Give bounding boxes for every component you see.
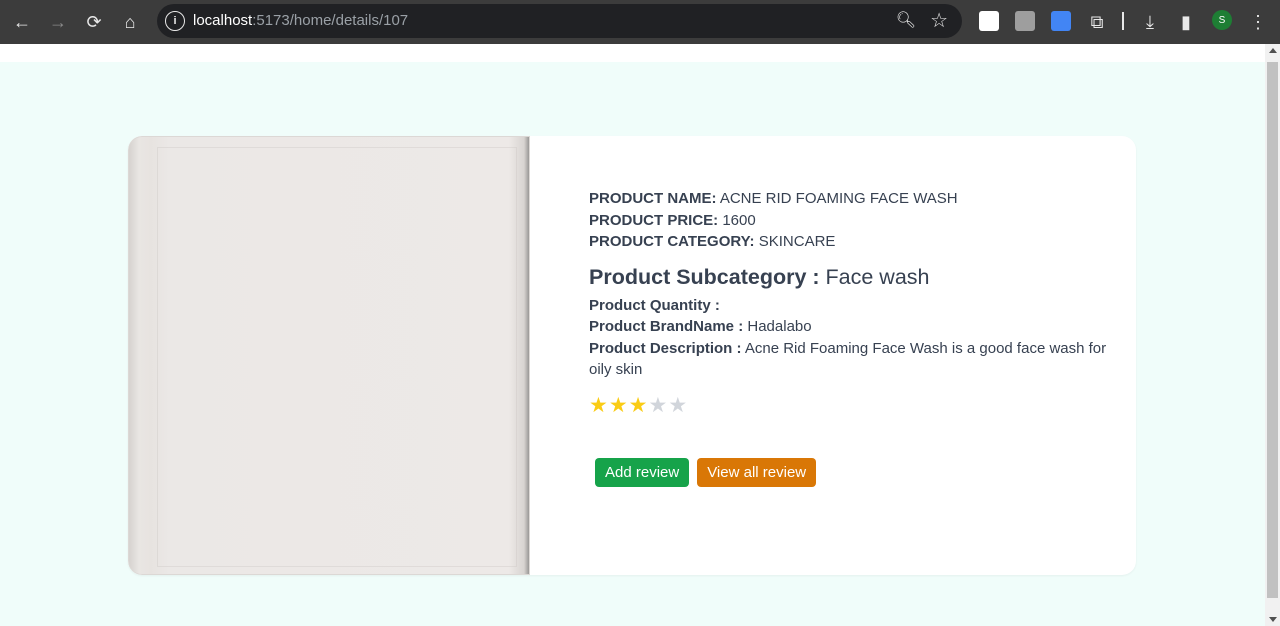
product-extra-details: Product Quantity : Product BrandName : H… (589, 295, 1109, 381)
extension-icon[interactable]: ⧉ (1083, 8, 1111, 36)
bookmark-star-icon[interactable]: ☆ (930, 8, 948, 33)
site-info-icon[interactable]: i (165, 11, 185, 31)
product-name-line: PRODUCT NAME: ACNE RID FOAMING FACE WASH (589, 188, 1109, 210)
product-quantity-label: Product Quantity : (589, 296, 720, 314)
product-image-inner (157, 147, 517, 567)
browser-toolbar: ← → ⟳ ⌂ i localhost:5173/home/details/10… (0, 0, 1280, 44)
star-icon: ★ (589, 393, 608, 417)
rating-stars: ★ ★ ★ ★ ★ (589, 393, 1109, 417)
product-quantity-line: Product Quantity : (589, 295, 1109, 317)
star-icon: ★ (668, 393, 688, 417)
product-brand-value: Hadalabo (743, 318, 812, 335)
product-price-value: 1600 (718, 211, 756, 229)
scroll-up-arrow-icon[interactable] (1269, 48, 1277, 53)
profile-avatar[interactable]: S (1212, 10, 1232, 30)
product-subcategory-label: Product Subcategory : (589, 264, 820, 289)
forward-arrow-icon[interactable]: → (44, 8, 72, 36)
product-price-line: PRODUCT PRICE: 1600 (589, 210, 1109, 232)
product-subcategory-value: Face wash (819, 264, 930, 289)
product-description-line: Product Description : Acne Rid Foaming F… (589, 338, 1109, 381)
star-icon: ★ (648, 393, 668, 417)
back-arrow-icon[interactable]: ← (8, 8, 36, 36)
review-actions: Add review View all review (595, 458, 817, 487)
add-review-button[interactable]: Add review (595, 458, 690, 487)
url-text[interactable]: localhost:5173/home/details/107 (193, 12, 408, 29)
url-host: localhost (193, 12, 253, 29)
star-icon: ★ (608, 393, 628, 417)
product-subcategory-heading: Product Subcategory : Face wash (589, 262, 1109, 292)
product-category-label: PRODUCT CATEGORY: (589, 233, 755, 250)
view-all-review-button[interactable]: View all review (697, 458, 817, 487)
scroll-down-arrow-icon[interactable] (1269, 617, 1277, 622)
scrollbar-thumb[interactable] (1267, 62, 1278, 598)
product-image (128, 136, 530, 575)
home-icon[interactable]: ⌂ (116, 8, 144, 36)
star-icon: ★ (628, 393, 648, 417)
product-brand-line: Product BrandName : Hadalabo (589, 316, 1109, 338)
page-scrollbar[interactable] (1265, 44, 1280, 626)
toolbar-divider (1122, 12, 1124, 30)
translate-extension-icon[interactable] (1051, 11, 1071, 31)
product-category-value: SKINCARE (754, 233, 836, 250)
product-brand-label: Product BrandName : (589, 318, 744, 335)
address-bar[interactable]: i localhost:5173/home/details/107 🔍︎ ☆ (157, 4, 962, 38)
url-path: :5173/home/details/107 (252, 12, 409, 29)
product-category-line: PRODUCT CATEGORY: SKINCARE (589, 231, 1109, 253)
product-description-label: Product Description : (589, 339, 742, 357)
page: PRODUCT NAME: ACNE RID FOAMING FACE WASH… (0, 44, 1265, 626)
menu-icon[interactable]: ⋮ (1244, 8, 1272, 36)
reload-icon[interactable]: ⟳ (80, 8, 108, 36)
extension-b-icon[interactable] (1015, 11, 1035, 31)
product-price-label: PRODUCT PRICE: (589, 211, 719, 229)
download-icon[interactable]: ⤓ (1136, 8, 1164, 36)
extension-a-icon[interactable] (979, 11, 999, 31)
zoom-icon[interactable]: 🔍︎ (896, 10, 916, 30)
product-name-label: PRODUCT NAME: (589, 190, 717, 207)
product-details-card: PRODUCT NAME: ACNE RID FOAMING FACE WASH… (128, 136, 1136, 575)
side-panel-icon[interactable]: ▮ (1172, 8, 1200, 36)
product-info: PRODUCT NAME: ACNE RID FOAMING FACE WASH… (589, 188, 1109, 416)
product-name-value: ACNE RID FOAMING FACE WASH (716, 190, 958, 207)
